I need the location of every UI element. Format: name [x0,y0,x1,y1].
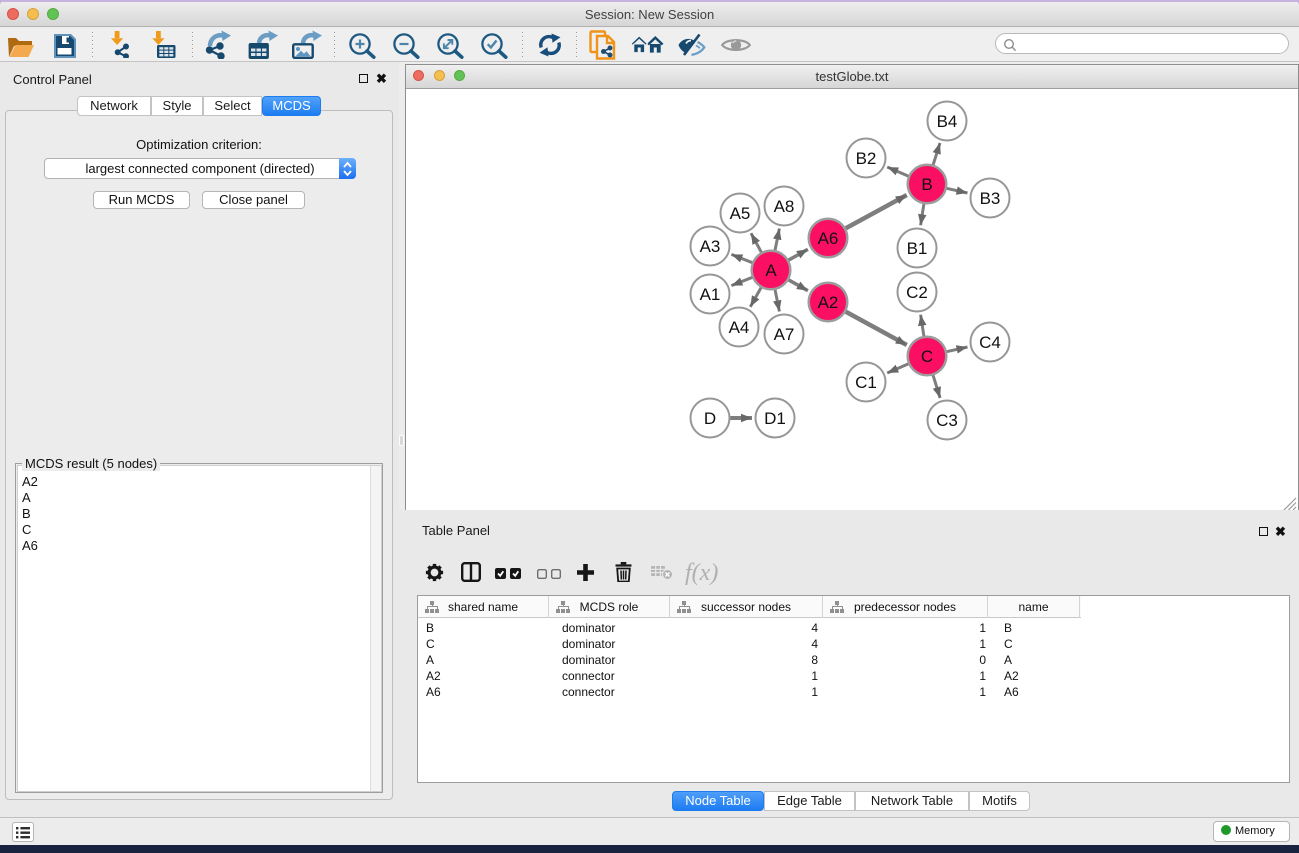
svg-text:A2: A2 [818,293,839,312]
svg-text:A: A [765,261,777,280]
svg-text:D: D [704,409,716,428]
svg-text:B2: B2 [856,149,877,168]
svg-text:A4: A4 [729,318,750,337]
svg-text:A8: A8 [774,197,795,216]
svg-text:C1: C1 [855,373,877,392]
svg-text:A3: A3 [700,237,721,256]
svg-text:B1: B1 [907,239,928,258]
svg-text:C2: C2 [906,283,928,302]
svg-text:C: C [921,347,933,366]
svg-text:B4: B4 [937,112,958,131]
svg-text:C4: C4 [979,333,1001,352]
svg-text:A1: A1 [700,285,721,304]
svg-text:A5: A5 [730,204,751,223]
svg-text:B: B [921,175,932,194]
svg-text:B3: B3 [980,189,1001,208]
svg-text:A7: A7 [774,325,795,344]
svg-text:A6: A6 [818,229,839,248]
svg-text:C3: C3 [936,411,958,430]
svg-text:D1: D1 [764,409,786,428]
